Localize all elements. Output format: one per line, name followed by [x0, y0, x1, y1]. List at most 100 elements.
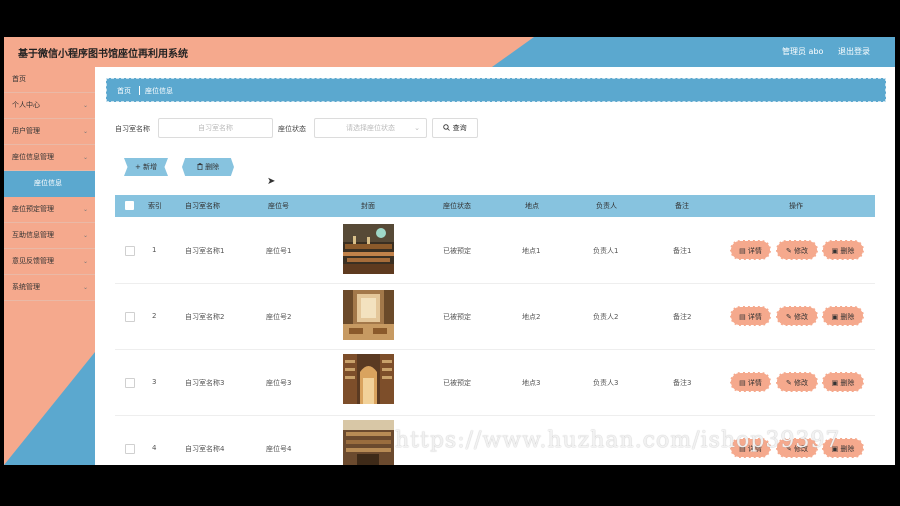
edit-button[interactable]: ✎ 修改: [776, 240, 818, 260]
sidebar-item-label: 意见反馈管理: [12, 257, 54, 265]
sidebar-item-mutual-help[interactable]: 互助信息管理 ⌄: [4, 223, 95, 249]
table-row: 1 自习室名称1 座位号1 已被预定 地点1 负责人1 备注1 ▤ 详情 ✎ 修…: [115, 217, 875, 284]
room-name-label: 自习室名称: [115, 125, 150, 133]
sidebar-item-profile[interactable]: 个人中心 ⌄: [4, 93, 95, 119]
sidebar-item-feedback[interactable]: 意见反馈管理 ⌄: [4, 249, 95, 275]
sidebar: 首页 个人中心 ⌄ 用户管理 ⌄ 座位信息管理 ⌄ 座位信息 座位预定管理 ⌄ 互助信息…: [4, 67, 95, 465]
app-title: 基于微信小程序图书馆座位再利用系统: [18, 49, 188, 60]
delete-label: 删除: [840, 247, 855, 255]
detail-label: 详情: [747, 379, 762, 387]
th-actions: 操作: [789, 202, 803, 210]
cell-index: 2: [152, 312, 157, 320]
chevron-down-icon: ⌄: [82, 154, 88, 161]
seat-status-label: 座位状态: [278, 125, 306, 133]
edit-button[interactable]: ✎ 修改: [776, 306, 818, 326]
search-icon: [443, 124, 451, 131]
sidebar-item-home[interactable]: 首页: [4, 67, 95, 93]
cell-manager: 负责人2: [593, 313, 619, 321]
sidebar-item-label: 座位预定管理: [12, 205, 54, 213]
cover-thumbnail: [343, 224, 394, 274]
document-icon: ▤: [739, 247, 746, 255]
mouse-cursor-icon: ➤: [267, 176, 276, 187]
sidebar-item-label: 座位信息: [34, 179, 62, 187]
seat-status-select[interactable]: 请选择座位状态 ⌄: [314, 118, 427, 138]
delete-label: 删除: [840, 313, 855, 321]
room-name-placeholder: 自习室名称: [198, 124, 233, 132]
sidebar-item-reservation[interactable]: 座位预定管理 ⌄: [4, 197, 95, 223]
detail-label: 详情: [747, 247, 762, 255]
cell-room: 自习室名称3: [185, 379, 225, 387]
delete-button[interactable]: ▣ 删除: [822, 372, 864, 392]
add-button[interactable]: + 新增: [124, 158, 168, 176]
breadcrumb: 首页 座位信息: [106, 78, 886, 102]
delete-button[interactable]: ▣ 删除: [822, 240, 864, 260]
edit-label: 修改: [794, 313, 809, 321]
chevron-down-icon: ⌄: [414, 124, 420, 132]
select-all-checkbox[interactable]: [125, 201, 134, 210]
row-checkbox[interactable]: [125, 246, 135, 256]
detail-button[interactable]: ▤ 详情: [730, 372, 771, 392]
cell-note: 备注2: [673, 313, 692, 321]
search-button-label: 查询: [452, 124, 467, 132]
delete-button[interactable]: ▣ 删除: [822, 306, 864, 326]
pencil-icon: ✎: [785, 313, 792, 321]
row-checkbox[interactable]: [125, 312, 135, 322]
cover-thumbnail: [343, 290, 394, 340]
row-checkbox[interactable]: [125, 444, 135, 454]
sidebar-item-seat-management[interactable]: 座位信息管理 ⌄: [4, 145, 95, 171]
breadcrumb-home[interactable]: 首页: [117, 86, 131, 96]
current-user-label: 管理员 abo: [782, 47, 824, 56]
room-name-input[interactable]: 自习室名称: [158, 118, 273, 138]
th-room: 自习室名称: [185, 202, 220, 210]
th-index: 索引: [148, 202, 162, 210]
chevron-down-icon: ⌄: [82, 128, 88, 135]
sidebar-item-seat-info[interactable]: 座位信息: [4, 171, 95, 197]
cell-location: 地点2: [522, 313, 541, 321]
search-button[interactable]: 查询: [432, 118, 478, 138]
th-seat: 座位号: [268, 202, 289, 210]
th-cover: 封面: [361, 202, 375, 210]
cell-room: 自习室名称2: [185, 313, 225, 321]
cell-index: 3: [152, 378, 157, 386]
trash-icon: ▣: [831, 247, 839, 255]
seat-status-placeholder: 请选择座位状态: [346, 124, 395, 132]
sidebar-item-system[interactable]: 系统管理 ⌄: [4, 275, 95, 301]
chevron-down-icon: ⌄: [82, 284, 88, 291]
cell-status: 已被预定: [443, 247, 471, 255]
breadcrumb-current: 座位信息: [145, 87, 173, 95]
cell-status: 已被预定: [443, 313, 471, 321]
sidebar-item-label: 首页: [12, 75, 26, 83]
edit-button[interactable]: ✎ 修改: [776, 372, 818, 392]
sidebar-item-label: 座位信息管理: [12, 153, 54, 161]
detail-button[interactable]: ▤ 详情: [730, 240, 771, 260]
cell-manager: 负责人1: [593, 247, 619, 255]
detail-button[interactable]: ▤ 详情: [730, 306, 771, 326]
detail-label: 详情: [747, 313, 762, 321]
th-status: 座位状态: [443, 202, 471, 210]
cell-note: 备注1: [673, 247, 692, 255]
cell-note: 备注3: [673, 379, 692, 387]
top-header: 基于微信小程序图书馆座位再利用系统 管理员 abo 退出登录: [4, 37, 895, 67]
cell-seat: 座位号2: [266, 313, 292, 321]
cell-location: 地点1: [522, 247, 541, 255]
th-location: 地点: [525, 202, 539, 210]
cell-seat: 座位号1: [266, 247, 292, 255]
sidebar-item-users[interactable]: 用户管理 ⌄: [4, 119, 95, 145]
logout-link[interactable]: 退出登录: [838, 46, 870, 57]
sidebar-item-label: 互助信息管理: [12, 231, 54, 239]
document-icon: ▤: [739, 313, 746, 321]
delete-label: 删除: [840, 445, 855, 453]
sidebar-item-label: 系统管理: [12, 283, 40, 291]
document-icon: ▤: [739, 379, 746, 387]
th-note: 备注: [675, 202, 689, 210]
chevron-down-icon: ⌄: [82, 258, 88, 265]
batch-delete-button[interactable]: 删除: [182, 158, 234, 176]
trash-icon: [197, 163, 203, 171]
batch-delete-label: 删除: [205, 163, 220, 171]
row-checkbox[interactable]: [125, 378, 135, 388]
cover-thumbnail: [343, 420, 394, 465]
chevron-down-icon: ⌄: [82, 102, 88, 109]
sidebar-item-label: 个人中心: [12, 101, 40, 109]
trash-icon: ▣: [831, 379, 839, 387]
edit-label: 修改: [794, 247, 809, 255]
